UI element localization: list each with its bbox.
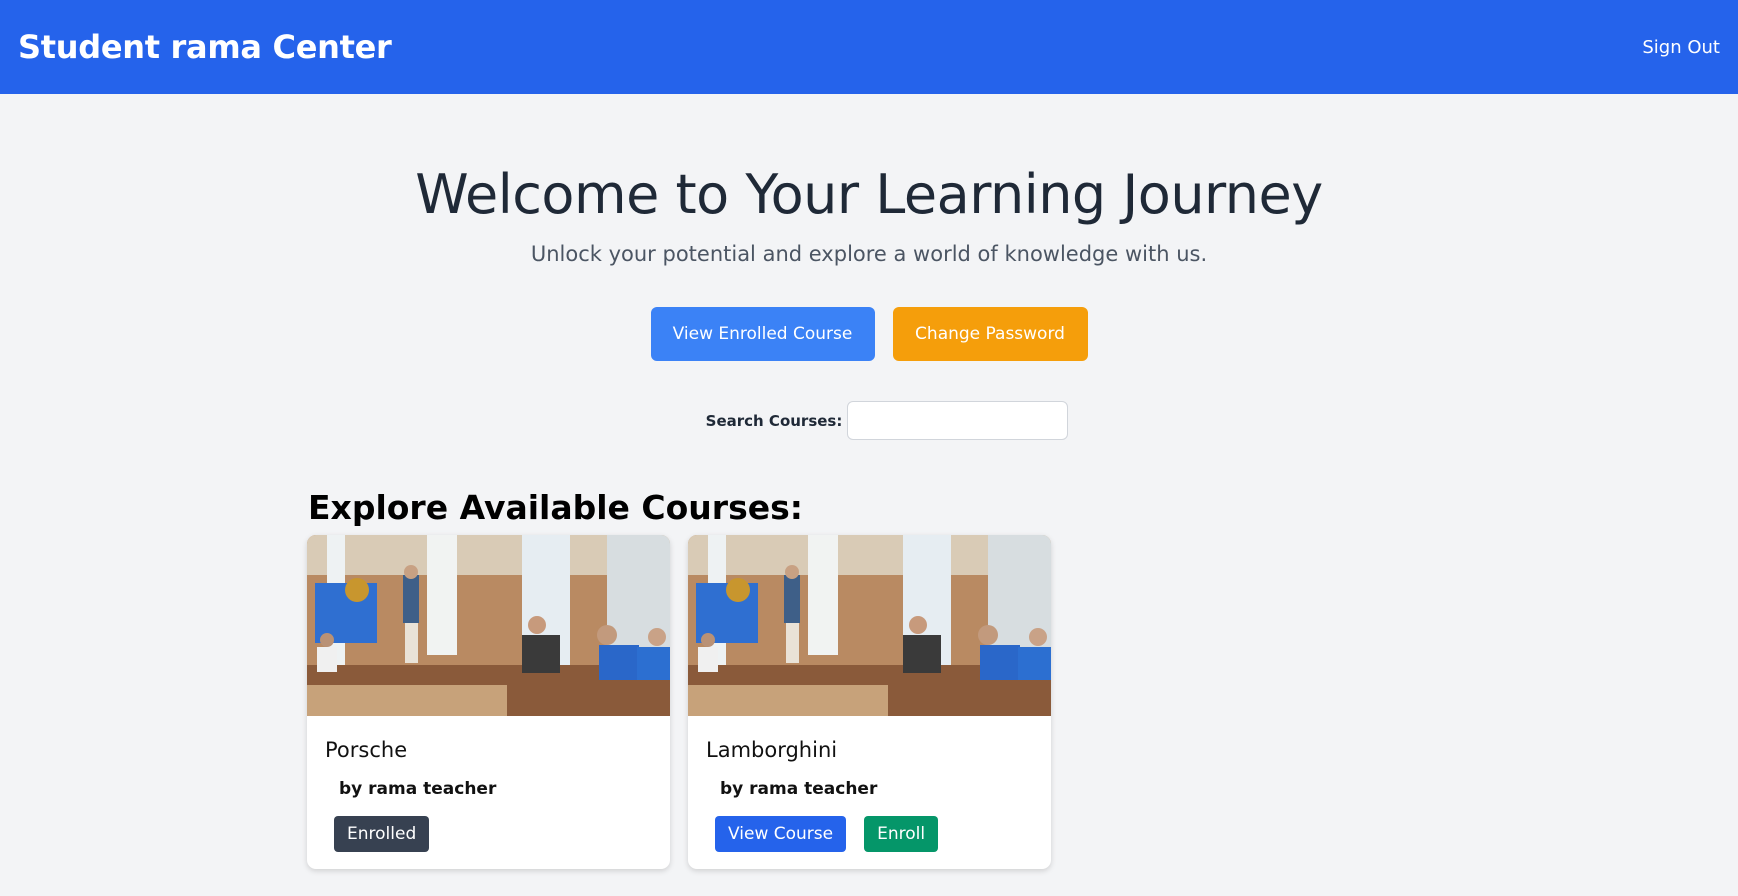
search-input[interactable] (847, 401, 1069, 440)
course-actions: Enrolled (334, 816, 430, 852)
hero-subtitle: Unlock your potential and explore a worl… (530, 242, 1208, 266)
course-search: Search Courses: (0, 401, 1738, 440)
view-course-button[interactable]: View Course (715, 816, 847, 852)
hero-title: Welcome to Your Learning Journey (415, 163, 1323, 226)
course-image (688, 535, 1051, 716)
search-label: Search Courses: (705, 411, 843, 430)
enroll-button[interactable]: Enroll (864, 816, 939, 852)
course-image (307, 535, 670, 716)
enrolled-badge: Enrolled (334, 816, 430, 852)
sign-out-link[interactable]: Sign Out (1642, 37, 1720, 58)
top-navbar: Student rama Center Sign Out (0, 0, 1738, 94)
app-title: Student rama Center (18, 28, 392, 66)
course-title: Lamborghini (706, 738, 838, 762)
course-teacher: by rama teacher (339, 779, 497, 799)
course-title: Porsche (325, 738, 408, 762)
course-teacher: by rama teacher (720, 779, 878, 799)
course-actions: View Course Enroll (715, 816, 939, 852)
change-password-button[interactable]: Change Password (892, 307, 1088, 361)
course-card: Porsche by rama teacher Enrolled (307, 535, 670, 869)
courses-section-title: Explore Available Courses: (308, 488, 803, 527)
hero-actions: View Enrolled Course Change Password (0, 307, 1738, 361)
course-card: Lamborghini by rama teacher View Course … (688, 535, 1051, 869)
view-enrolled-course-button[interactable]: View Enrolled Course (650, 307, 875, 361)
